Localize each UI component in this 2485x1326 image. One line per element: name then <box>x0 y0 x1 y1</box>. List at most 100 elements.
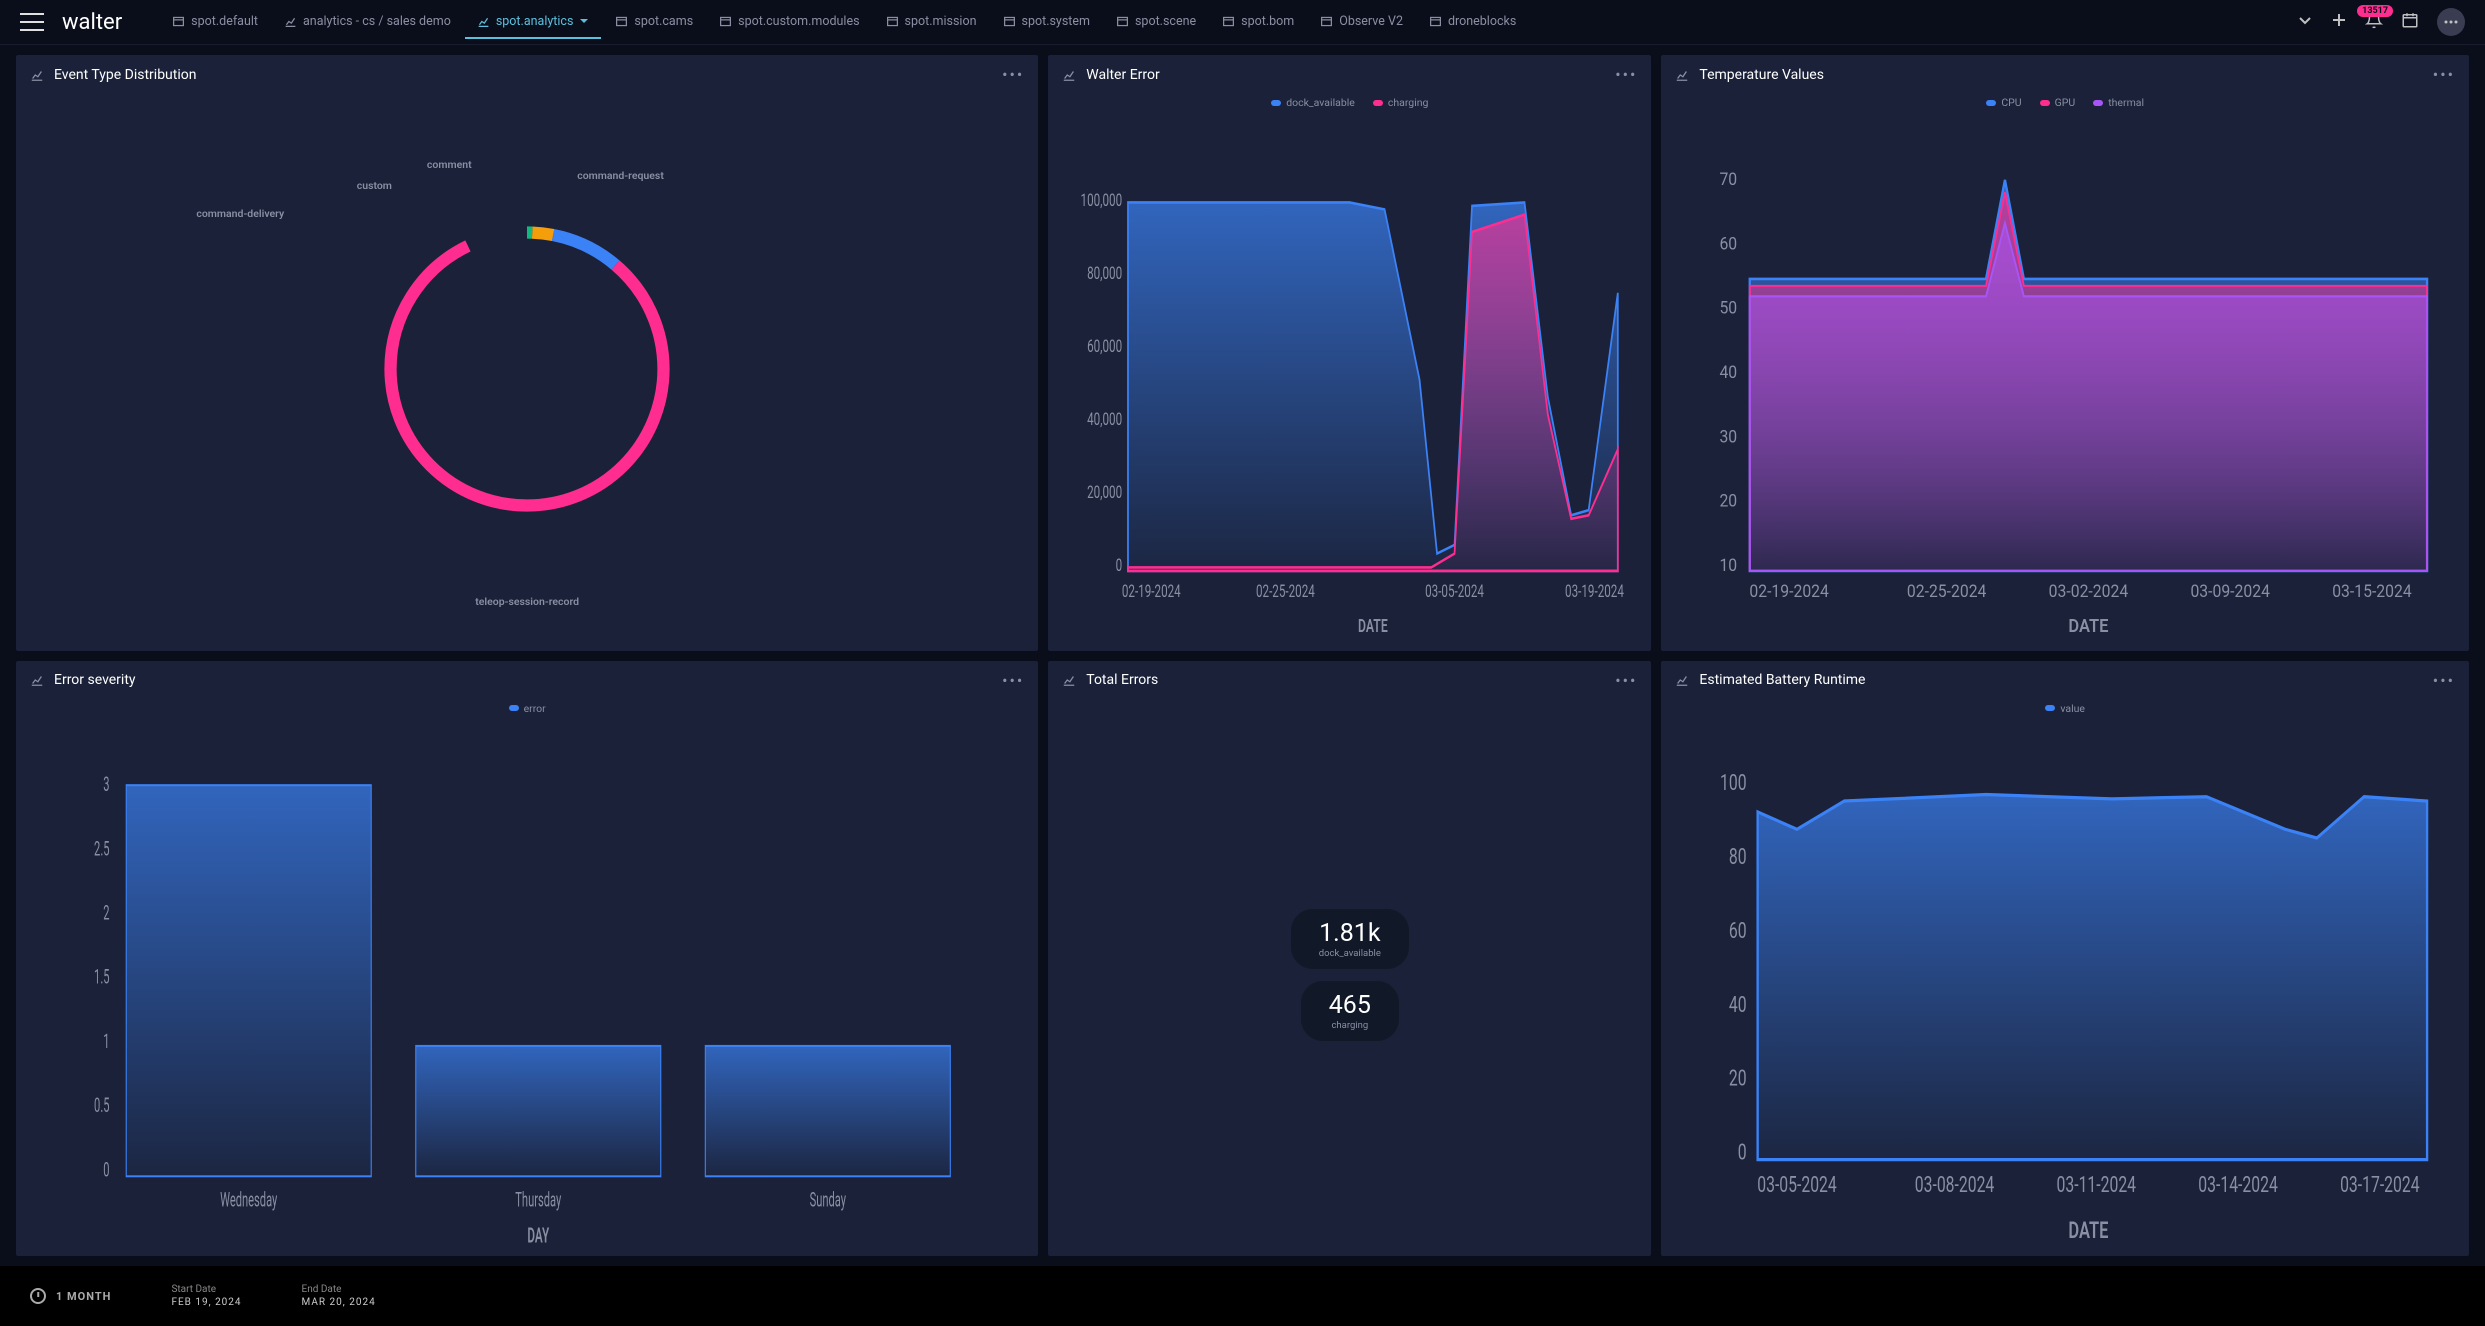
tab-label: spot.mission <box>905 14 977 29</box>
tab-spot-system[interactable]: spot.system <box>991 6 1102 39</box>
tab-droneblocks[interactable]: droneblocks <box>1417 6 1528 39</box>
svg-text:30: 30 <box>1720 428 1738 448</box>
legend-item[interactable]: thermal <box>2093 96 2144 109</box>
legend-swatch <box>509 705 519 711</box>
panel-menu-icon[interactable]: ••• <box>1002 65 1024 84</box>
svg-text:03-05-2024: 03-05-2024 <box>1425 581 1484 602</box>
panel-title-text: Error severity <box>54 672 136 688</box>
tab-spot-analytics[interactable]: spot.analytics <box>465 6 602 39</box>
tab-observe-v2[interactable]: Observe V2 <box>1308 6 1415 39</box>
svg-text:03-17-2024: 03-17-2024 <box>2340 1171 2420 1197</box>
panel-battery-runtime: Estimated Battery Runtime ••• value 0204… <box>1661 661 2469 1257</box>
tab-label: spot.analytics <box>496 14 574 29</box>
menu-icon[interactable] <box>20 13 44 31</box>
tab-label: spot.cams <box>634 14 693 29</box>
tab-analytics-cs-sales-demo[interactable]: analytics - cs / sales demo <box>272 6 463 39</box>
panel-title-text: Event Type Distribution <box>54 67 196 83</box>
svg-text:60,000: 60,000 <box>1087 335 1122 356</box>
chart-legend: value <box>1661 700 2469 721</box>
dashboard-grid: Event Type Distribution ••• command-deli <box>0 45 2485 1266</box>
svg-text:Thursday: Thursday <box>515 1187 561 1210</box>
tab-spot-mission[interactable]: spot.mission <box>874 6 989 39</box>
tab-label: analytics - cs / sales demo <box>303 14 451 29</box>
notification-badge: 13517 <box>2357 5 2393 17</box>
panel-total-errors: Total Errors ••• 1.81k dock_available 46… <box>1048 661 1651 1257</box>
svg-text:0.5: 0.5 <box>94 1093 109 1116</box>
legend-item[interactable]: value <box>2045 702 2085 715</box>
svg-text:02-25-2024: 02-25-2024 <box>1907 582 1986 602</box>
chart-icon <box>1062 673 1076 687</box>
tab-spot-cams[interactable]: spot.cams <box>603 6 705 39</box>
tab-label: spot.system <box>1022 14 1090 29</box>
panel-menu-icon[interactable]: ••• <box>1002 671 1024 690</box>
panel-error-severity: Error severity ••• error 00.511.522.53 W… <box>16 661 1038 1257</box>
svg-text:20: 20 <box>1729 1065 1747 1091</box>
svg-text:70: 70 <box>1720 170 1738 190</box>
svg-text:60: 60 <box>1720 235 1738 255</box>
tab-spot-scene[interactable]: spot.scene <box>1104 6 1208 39</box>
chevron-down-icon[interactable] <box>2297 12 2313 32</box>
area-chart-temperature: 10203040506070 02-19-202402-25-202403-02… <box>1671 119 2459 641</box>
panel-title-text: Total Errors <box>1086 672 1158 688</box>
tab-label: spot.custom.modules <box>738 14 859 29</box>
start-date-block[interactable]: Start Date FEB 19, 2024 <box>171 1284 241 1308</box>
legend-swatch <box>2040 100 2050 106</box>
legend-label: charging <box>1388 96 1429 109</box>
tab-spot-custom-modules[interactable]: spot.custom.modules <box>707 6 871 39</box>
toolbar-right: 13517 <box>2297 8 2465 36</box>
donut-label: custom <box>357 179 392 192</box>
end-date-block[interactable]: End Date MAR 20, 2024 <box>302 1284 376 1308</box>
area-chart-battery: 020406080100 03-05-202403-08-202403-11-2… <box>1671 725 2459 1247</box>
panel-menu-icon[interactable]: ••• <box>1615 671 1637 690</box>
svg-text:20: 20 <box>1720 492 1738 512</box>
range-label: 1 MONTH <box>56 1290 111 1303</box>
panel-menu-icon[interactable]: ••• <box>1615 65 1637 84</box>
chart-icon <box>1675 673 1689 687</box>
legend-swatch <box>2093 100 2103 106</box>
tab-strip: spot.default analytics - cs / sales demo s… <box>160 6 2279 39</box>
tab-spot-default[interactable]: spot.default <box>160 6 270 39</box>
panel-menu-icon[interactable]: ••• <box>2433 671 2455 690</box>
legend-item[interactable]: GPU <box>2040 96 2076 109</box>
stat-label: dock_available <box>1319 948 1381 959</box>
donut-label: teleop-session-record <box>475 595 579 608</box>
svg-text:03-08-2024: 03-08-2024 <box>1915 1171 1995 1197</box>
tab-label: droneblocks <box>1448 14 1516 29</box>
bell-icon[interactable]: 13517 <box>2365 11 2383 33</box>
legend-label: thermal <box>2108 96 2144 109</box>
legend-swatch <box>1373 100 1383 106</box>
donut-label: comment <box>427 158 472 171</box>
avatar[interactable] <box>2437 8 2465 36</box>
svg-text:Wednesday: Wednesday <box>220 1187 277 1210</box>
chart-icon <box>1062 68 1076 82</box>
svg-text:03-02-2024: 03-02-2024 <box>2049 582 2128 602</box>
legend-item[interactable]: charging <box>1373 96 1429 109</box>
legend-label: dock_available <box>1286 96 1355 109</box>
panel-title-text: Temperature Values <box>1699 67 1824 83</box>
svg-text:02-19-2024: 02-19-2024 <box>1122 581 1181 602</box>
x-axis-label: DAY <box>527 1223 549 1246</box>
stat-label: charging <box>1329 1020 1371 1031</box>
time-range-footer: 1 MONTH Start Date FEB 19, 2024 End Date… <box>0 1266 2485 1326</box>
svg-text:60: 60 <box>1729 917 1747 943</box>
svg-text:03-11-2024: 03-11-2024 <box>2057 1171 2137 1197</box>
calendar-icon[interactable] <box>2401 11 2419 33</box>
bar-chart-error-severity: 00.511.522.53 WednesdayThursdaySunday DA… <box>26 725 1028 1247</box>
svg-text:0: 0 <box>1738 1138 1747 1164</box>
svg-text:40: 40 <box>1720 363 1738 383</box>
legend-item[interactable]: dock_available <box>1271 96 1355 109</box>
legend-item[interactable]: error <box>509 702 546 715</box>
plus-icon[interactable] <box>2331 12 2347 32</box>
donut-label: command-delivery <box>196 207 284 220</box>
svg-text:40: 40 <box>1729 991 1747 1017</box>
date-value: MAR 20, 2024 <box>302 1297 376 1308</box>
svg-text:03-05-2024: 03-05-2024 <box>1758 1171 1838 1197</box>
panel-menu-icon[interactable]: ••• <box>2433 65 2455 84</box>
time-range-selector[interactable]: 1 MONTH <box>30 1288 111 1304</box>
stat-value: 1.81k <box>1319 919 1381 948</box>
x-axis-label: DATE <box>2069 1217 2109 1243</box>
panel-walter-error: Walter Error ••• dock_availablecharging … <box>1048 55 1651 651</box>
top-bar: walter spot.defaultanalytics - cs / sale… <box>0 0 2485 45</box>
legend-item[interactable]: CPU <box>1986 96 2021 109</box>
tab-spot-bom[interactable]: spot.bom <box>1210 6 1306 39</box>
